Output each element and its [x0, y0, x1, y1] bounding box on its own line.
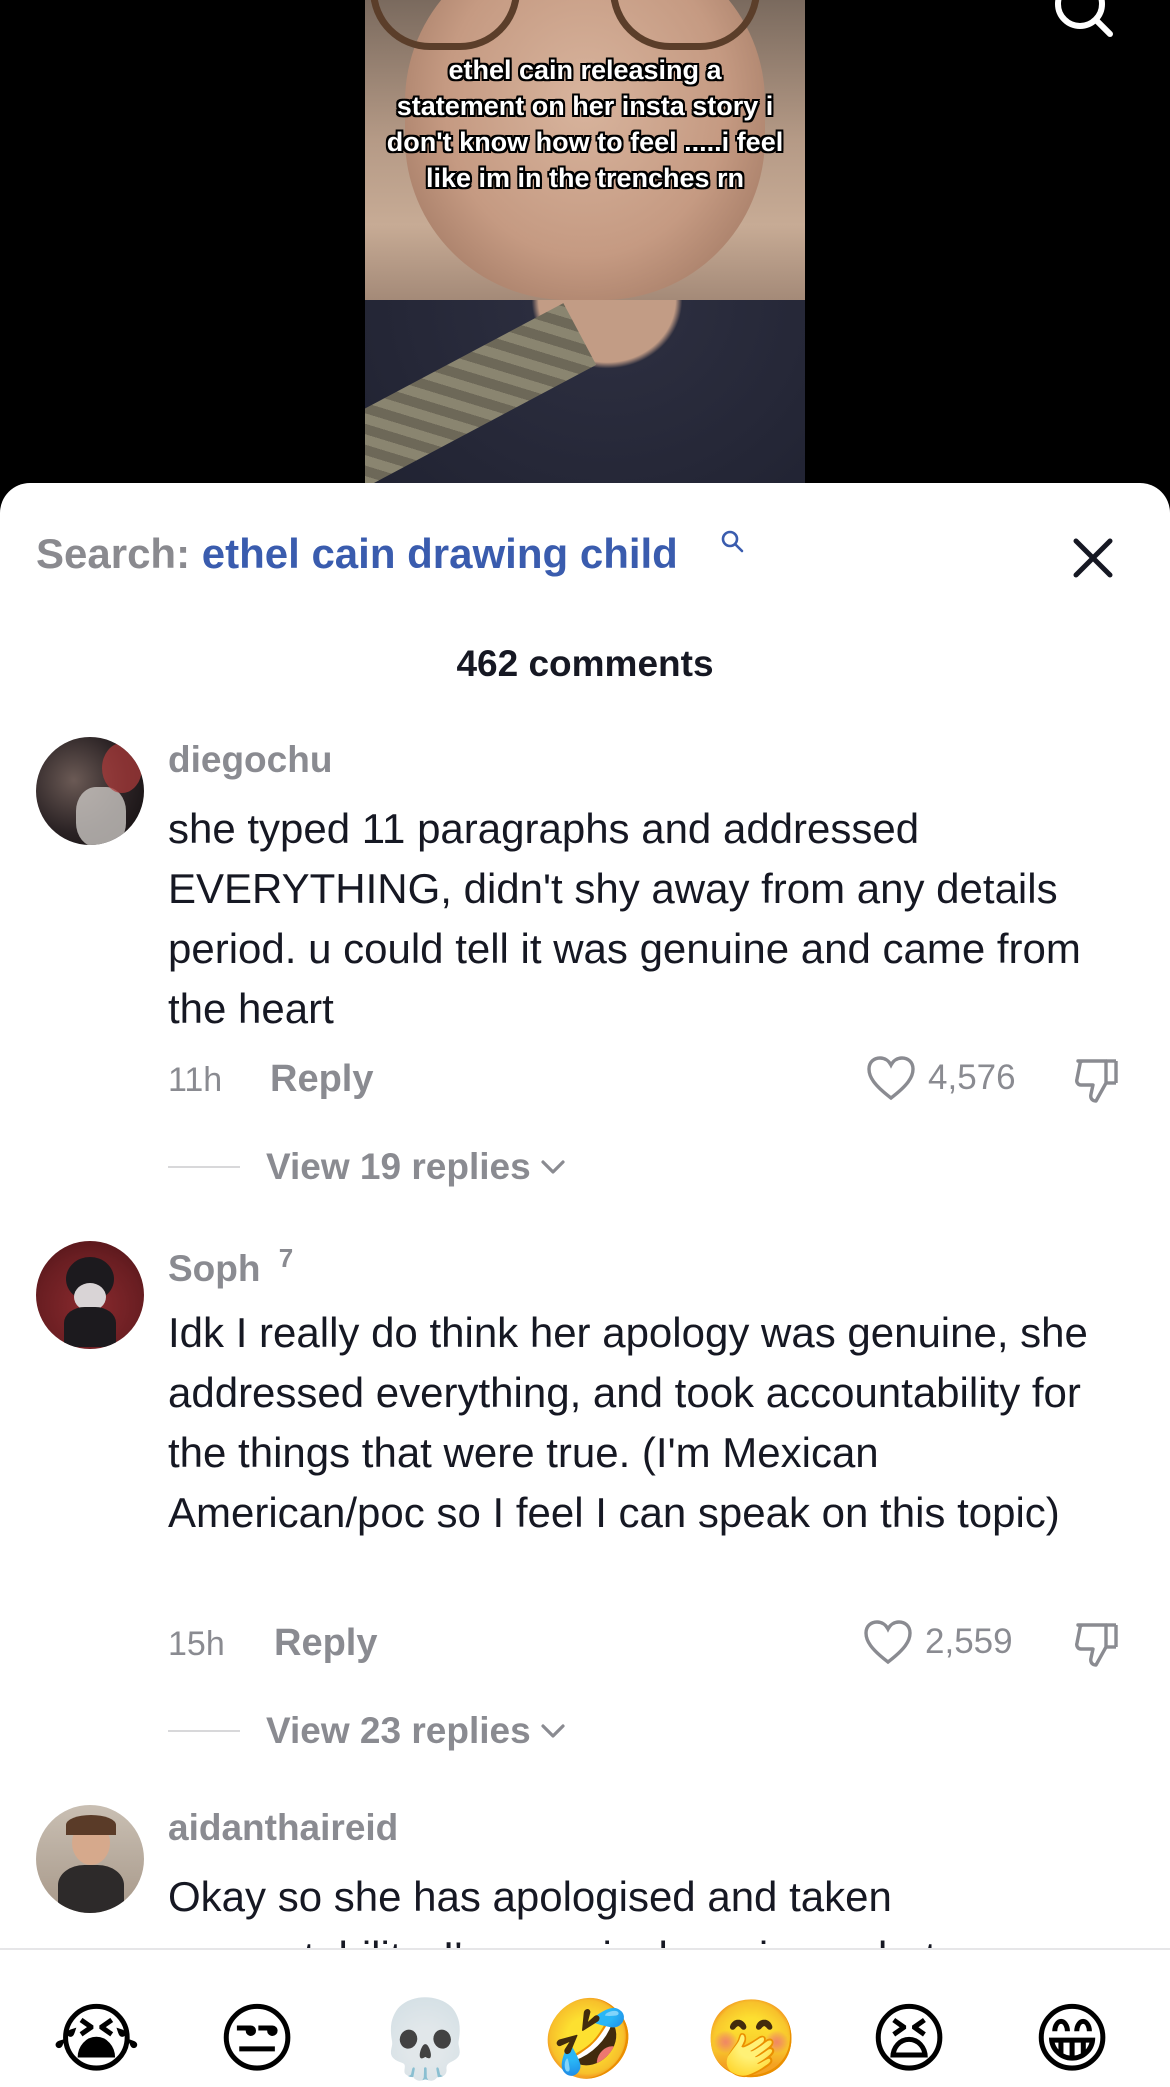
chevron-down-icon	[541, 1724, 565, 1738]
like-button[interactable]: 4,576	[866, 1053, 1016, 1103]
avatar[interactable]	[36, 1241, 144, 1349]
emoji-grinning-button[interactable]: 😁	[1030, 2000, 1114, 2084]
reply-button[interactable]: Reply	[270, 1058, 373, 1101]
chevron-down-icon	[541, 1160, 565, 1174]
dislike-icon[interactable]	[1072, 1619, 1122, 1669]
heart-icon	[864, 1620, 912, 1665]
dislike-icon[interactable]	[1072, 1055, 1122, 1105]
like-count: 2,559	[925, 1622, 1013, 1661]
comment-timestamp: 11h	[168, 1061, 223, 1099]
search-query-link[interactable]: ethel cain drawing child	[202, 530, 678, 577]
view-replies-button[interactable]: View 23 replies	[168, 1706, 567, 1756]
user-badge: 7	[278, 1243, 294, 1273]
comment-username-text: Soph	[168, 1248, 261, 1289]
close-icon[interactable]	[1066, 531, 1120, 585]
avatar[interactable]	[36, 1805, 144, 1913]
comments-sheet: Search: ethel cain drawing child 462 com…	[0, 483, 1170, 2087]
emoji-skull-button[interactable]: 💀	[378, 2000, 473, 2084]
divider	[168, 1166, 240, 1168]
search-query-icon	[721, 530, 744, 553]
divider	[168, 1730, 240, 1732]
comment-text: she typed 11 paragraphs and addressed EV…	[168, 805, 1081, 1032]
heart-icon	[867, 1056, 915, 1101]
reply-button[interactable]: Reply	[274, 1622, 377, 1665]
comment-count: 462 comments	[456, 643, 714, 684]
search-suggestion[interactable]: Search: ethel cain drawing child	[36, 529, 678, 579]
search-label: Search:	[36, 530, 191, 577]
comment-timestamp: 15h	[168, 1625, 225, 1663]
view-replies-button[interactable]: View 19 replies	[168, 1142, 567, 1192]
view-replies-label: View 23 replies	[266, 1710, 531, 1751]
comment-text: Idk I really do think her apology was ge…	[168, 1309, 1088, 1536]
video-player[interactable]: ethel cain releasing a statement on her …	[0, 0, 1170, 500]
emoji-crying-button[interactable]: 😭	[52, 2000, 141, 2084]
avatar[interactable]	[36, 737, 144, 845]
like-count: 4,576	[928, 1058, 1016, 1097]
view-replies-label: View 19 replies	[266, 1146, 531, 1187]
emoji-unamused-button[interactable]: 😒	[215, 2000, 299, 2084]
emoji-hand-over-mouth-button[interactable]: 🤭	[704, 2000, 799, 2084]
comment-username[interactable]: diegochu	[168, 739, 332, 781]
like-button[interactable]: 2,559	[863, 1617, 1013, 1667]
emoji-rofl-button[interactable]: 🤣	[541, 2000, 636, 2084]
video-caption: ethel cain releasing a statement on her …	[386, 55, 784, 193]
comment-username[interactable]: aidanthaireid	[168, 1807, 398, 1849]
comment-username[interactable]: Soph 7	[168, 1243, 293, 1290]
video-frame[interactable]: ethel cain releasing a statement on her …	[365, 0, 805, 500]
emoji-tired-face-button[interactable]: 😫	[867, 2000, 951, 2084]
search-icon[interactable]	[1052, 0, 1114, 42]
